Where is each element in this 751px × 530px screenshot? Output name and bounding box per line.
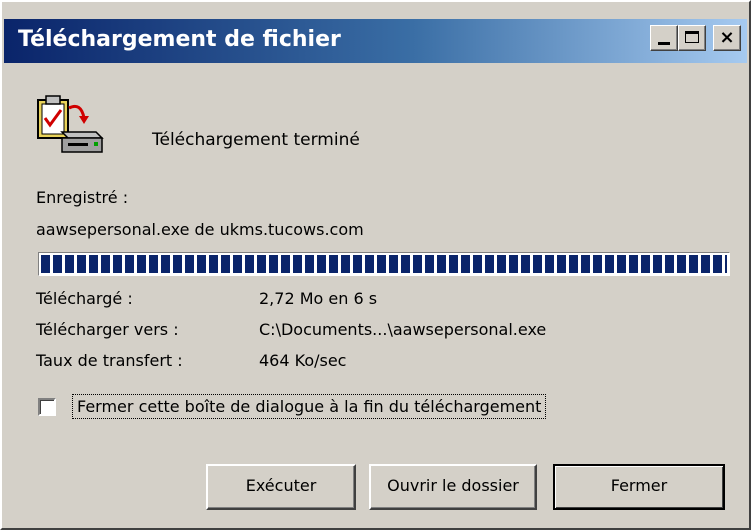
window-title: Téléchargement de fichier: [18, 27, 341, 52]
open-folder-button[interactable]: Ouvrir le dossier: [369, 464, 537, 510]
close-window-button[interactable]: ×: [713, 25, 741, 51]
title-bar[interactable]: Téléchargement de fichier ×: [4, 19, 747, 63]
minimize-icon: [658, 42, 670, 45]
minimize-button[interactable]: [650, 25, 678, 51]
download-dialog: Téléchargement de fichier × Téléchargeme…: [0, 0, 751, 530]
download-complete-icon: [36, 94, 112, 156]
download-status: Téléchargement terminé: [152, 130, 360, 150]
progress-fill: [41, 255, 727, 273]
download-progress-bar: [38, 252, 730, 276]
transfer-rate-value: 464 Ko/sec: [259, 351, 347, 370]
download-to-label: Télécharger vers :: [36, 320, 179, 339]
close-icon: ×: [719, 27, 735, 48]
close-when-done-checkbox[interactable]: [38, 398, 56, 416]
download-to-value: C:\Documents...\aawsepersonal.exe: [259, 320, 547, 339]
maximize-icon: [685, 31, 699, 43]
run-button[interactable]: Exécuter: [206, 464, 356, 510]
close-when-done-label[interactable]: Fermer cette boîte de dialogue à la fin …: [72, 394, 547, 419]
maximize-button[interactable]: [678, 25, 706, 51]
transfer-rate-label: Taux de transfert :: [36, 351, 183, 370]
downloaded-label: Téléchargé :: [36, 289, 133, 308]
downloaded-value: 2,72 Mo en 6 s: [259, 289, 378, 308]
saved-file: aawsepersonal.exe de ukms.tucows.com: [36, 220, 364, 239]
saved-label: Enregistré :: [36, 188, 129, 207]
close-button[interactable]: Fermer: [553, 464, 725, 510]
